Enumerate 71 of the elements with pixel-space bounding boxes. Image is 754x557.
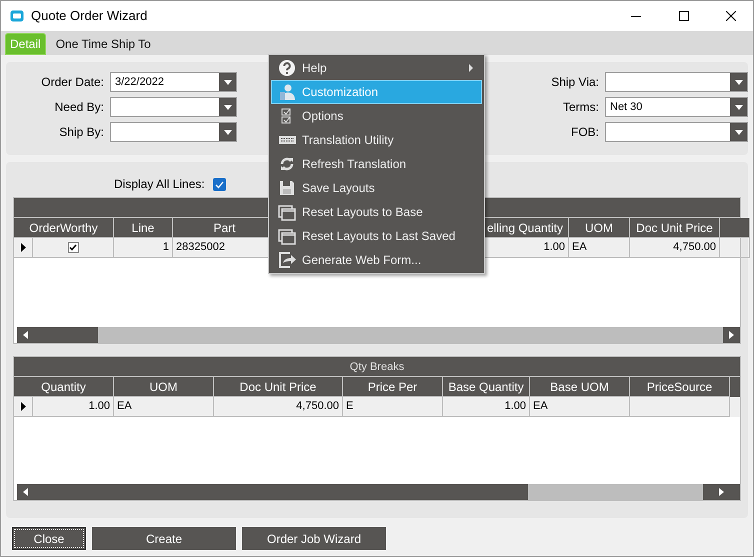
dropdown-field[interactable]: 3/22/2022 xyxy=(110,72,237,92)
column-header[interactable]: PriceSource xyxy=(630,377,730,397)
display-all-lines-label: Display All Lines: xyxy=(114,176,205,193)
close-icon[interactable] xyxy=(726,11,736,21)
scroll-left-icon[interactable] xyxy=(23,488,28,496)
field-label: Ship By: xyxy=(58,124,105,141)
scroll-right-icon[interactable] xyxy=(719,488,724,496)
column-header[interactable]: UOM xyxy=(114,377,214,397)
column-header[interactable]: elling Quantity xyxy=(482,218,569,238)
field-label: Need By: xyxy=(54,99,105,116)
field-label: Ship Via: xyxy=(550,74,600,91)
table-cell: EA xyxy=(114,397,214,417)
grid-title: Qty Breaks xyxy=(14,357,740,377)
table-cell: 4,750.00 xyxy=(214,397,343,417)
dropdown-arrow-icon[interactable] xyxy=(224,130,232,134)
column-header[interactable]: Base Quantity xyxy=(443,377,530,397)
maximize-icon[interactable] xyxy=(679,11,689,21)
button[interactable]: Close xyxy=(12,527,86,550)
dropdown-arrow-icon[interactable] xyxy=(224,80,232,84)
refresh-icon xyxy=(278,155,296,173)
row-indicator-icon xyxy=(20,402,26,411)
display-all-lines-checkbox[interactable] xyxy=(212,178,226,191)
field-label: Order Date: xyxy=(40,74,105,91)
column-header[interactable]: Base UOM xyxy=(530,377,630,397)
dropdown-field[interactable]: Net 30 xyxy=(605,97,748,117)
checkbox[interactable] xyxy=(68,242,78,253)
horizontal-scrollbar[interactable] xyxy=(14,484,740,500)
column-header[interactable]: Price Per xyxy=(343,377,443,397)
app-icon xyxy=(10,10,24,22)
dropdown-field[interactable] xyxy=(110,97,237,117)
button[interactable]: Create xyxy=(92,527,236,550)
dropdown-arrow-icon[interactable] xyxy=(734,104,742,110)
column-header[interactable]: Line xyxy=(114,218,173,238)
dropdown-field[interactable] xyxy=(605,72,748,92)
windows-icon xyxy=(278,203,296,221)
column-header[interactable]: Doc Unit Price xyxy=(630,218,720,238)
dropdown-arrow-icon[interactable] xyxy=(734,130,742,134)
dropdown-field[interactable] xyxy=(605,122,748,142)
table-cell: 1.00 xyxy=(443,397,530,417)
row-indicator-icon xyxy=(20,243,26,252)
menu-item[interactable]: Translation Utility xyxy=(271,128,482,152)
table-cell: E xyxy=(343,397,443,417)
help-icon xyxy=(278,59,296,77)
dropdown-arrow-icon[interactable] xyxy=(734,80,742,84)
scroll-left-icon[interactable] xyxy=(23,331,28,339)
person-icon xyxy=(278,83,296,101)
tab[interactable]: One Time Ship To xyxy=(52,33,155,55)
menu-item[interactable]: Save Layouts xyxy=(271,176,482,200)
button[interactable]: Order Job Wizard xyxy=(242,527,386,550)
menu-item[interactable]: Options xyxy=(271,104,482,128)
table-cell: 1 xyxy=(114,238,173,258)
field-label: FOB: xyxy=(570,124,600,141)
export-arrow-icon xyxy=(278,251,296,269)
table-cell: EA xyxy=(530,397,630,417)
column-header[interactable]: OrderWorthy xyxy=(14,218,114,238)
window-title: Quote Order Wizard xyxy=(31,7,148,26)
menu-item[interactable]: Refresh Translation xyxy=(271,152,482,176)
dropdown-field[interactable] xyxy=(110,122,237,142)
column-header[interactable]: Quantity xyxy=(14,377,114,397)
table-cell: EA xyxy=(569,238,630,258)
dropdown-arrow-icon[interactable] xyxy=(224,104,232,110)
horizontal-scrollbar[interactable] xyxy=(14,327,740,343)
field-label: Terms: xyxy=(562,99,600,116)
scroll-right-icon[interactable] xyxy=(729,331,734,339)
column-header[interactable] xyxy=(720,218,750,238)
column-header[interactable]: UOM xyxy=(569,218,630,238)
column-header[interactable]: Doc Unit Price xyxy=(214,377,343,397)
table-cell: 4,750.00 xyxy=(630,238,720,258)
windows-icon xyxy=(278,227,296,245)
menu-item[interactable]: Help xyxy=(271,56,482,80)
table-cell: 1.00 xyxy=(33,397,114,417)
